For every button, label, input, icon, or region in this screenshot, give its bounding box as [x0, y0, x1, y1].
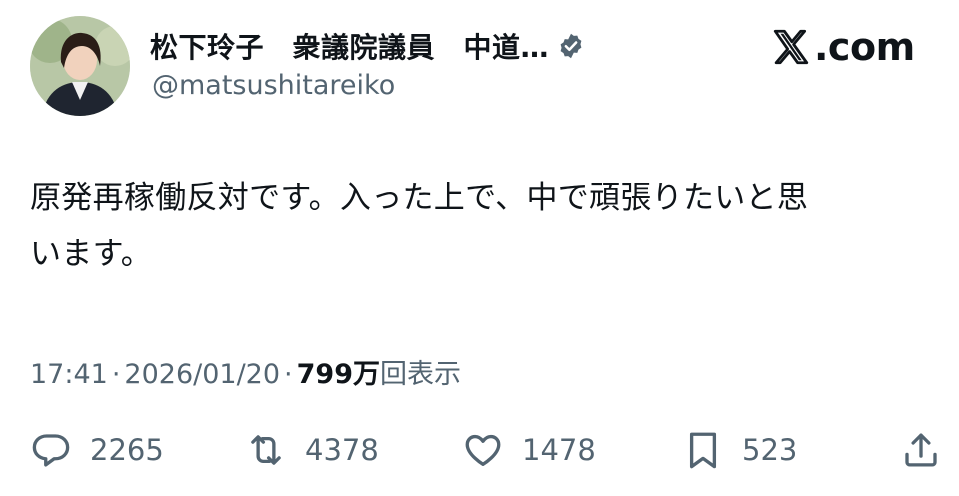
reply-icon: [30, 429, 72, 471]
repost-count: 4378: [305, 433, 379, 467]
share-icon: [900, 429, 942, 471]
bookmark-icon: [682, 429, 724, 471]
tweet-actions: 2265 4378 1478 523: [30, 420, 950, 480]
verified-badge-icon: [557, 32, 585, 60]
share-button[interactable]: [900, 420, 942, 480]
meta-separator: ·: [111, 359, 121, 390]
author-name-row[interactable]: 松下玲子 衆議院議員 中道…: [150, 26, 585, 66]
avatar[interactable]: [30, 16, 130, 116]
author-handle[interactable]: @matsushitareiko: [152, 70, 395, 101]
views-label: 回表示: [380, 359, 461, 390]
display-name[interactable]: 松下玲子 衆議院議員 中道…: [150, 26, 549, 66]
brand-text: .com: [814, 25, 915, 69]
bookmark-count: 523: [742, 433, 798, 467]
like-count: 1478: [522, 433, 596, 467]
heart-icon: [462, 429, 504, 471]
views-count[interactable]: 799万: [297, 352, 380, 391]
tweet-text-line: います。: [30, 236, 153, 272]
tweet-card: 松下玲子 衆議院議員 中道… @matsushitareiko .com 原発再…: [0, 0, 959, 496]
reply-count: 2265: [90, 433, 164, 467]
like-button[interactable]: 1478: [462, 420, 596, 480]
bookmark-button[interactable]: 523: [682, 420, 797, 480]
tweet-meta: 17:41 · 2026/01/20 · 799万 回表示: [30, 352, 461, 391]
reply-button[interactable]: 2265: [30, 420, 164, 480]
tweet-time[interactable]: 17:41: [30, 359, 108, 390]
brand-x-com: .com: [770, 22, 915, 72]
tweet-text-line: 原発再稼働反対です。入った上で、中で頑張りたいと思: [30, 180, 809, 216]
x-logo-icon: [770, 26, 812, 68]
tweet-text: 原発再稼働反対です。入った上で、中で頑張りたいと思 います。: [30, 170, 950, 282]
meta-separator: ·: [284, 359, 293, 390]
tweet-date[interactable]: 2026/01/20: [124, 359, 280, 390]
repost-button[interactable]: 4378: [245, 420, 379, 480]
repost-icon: [245, 429, 287, 471]
profile-photo: [30, 16, 130, 116]
